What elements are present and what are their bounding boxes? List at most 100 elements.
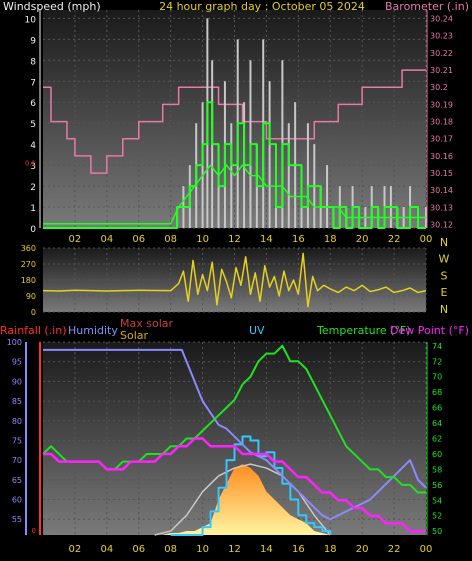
wind-tick-label: 10 bbox=[25, 15, 37, 25]
baro-tick-label: 30.15 bbox=[430, 169, 453, 178]
rain-axis: 0.10 bbox=[25, 159, 41, 535]
humidity-tick-label: 85 bbox=[12, 397, 22, 406]
temp-tick-label: 64 bbox=[432, 419, 442, 428]
temp-tick-label: 70 bbox=[432, 373, 442, 382]
legend-humidity: Humidity bbox=[68, 324, 118, 337]
legend-rainfall: Rainfall (.in) bbox=[0, 324, 67, 337]
compass-label: N bbox=[440, 236, 448, 249]
rain-tick-label: 0 bbox=[32, 527, 36, 535]
wind-direction-chart: 360 270 180 90 0 NWSEN bbox=[21, 236, 450, 317]
wind-tick-label: 0 bbox=[30, 225, 36, 235]
wind-x-tick-label: 16 bbox=[292, 234, 305, 245]
wind-x-tick-label: 02 bbox=[69, 234, 82, 245]
temp-x-tick-label: 18 bbox=[324, 544, 337, 555]
wind-x-tick-label: 18 bbox=[324, 234, 337, 245]
wind-x-tick-label: 14 bbox=[260, 234, 273, 245]
baro-tick-label: 30.22 bbox=[430, 49, 453, 58]
wind-barometer-chart: 012345678910 30.1230.1330.1430.1530.1630… bbox=[3, 0, 469, 245]
weather-graphs: 012345678910 30.1230.1330.1430.1530.1630… bbox=[0, 0, 469, 555]
baro-tick-label: 30.21 bbox=[430, 66, 453, 75]
humidity-y-ticks: 55 60 65 70 75 80 85 90 95 100 bbox=[7, 338, 27, 535]
temp-tick-label: 72 bbox=[432, 357, 442, 366]
baro-tick-label: 30.2 bbox=[430, 83, 448, 92]
baro-tick-label: 30.23 bbox=[430, 32, 453, 41]
compass-label: S bbox=[441, 269, 448, 282]
wind-x-tick-label: 20 bbox=[356, 234, 369, 245]
legend-uv: UV bbox=[249, 324, 265, 337]
humidity-tick-label: 60 bbox=[12, 496, 22, 505]
dir-tick-label: 360 bbox=[21, 244, 36, 253]
temp-tick-label: 52 bbox=[432, 512, 442, 521]
dir-tick-label: 90 bbox=[26, 292, 36, 301]
legend-solar: Solar bbox=[120, 329, 149, 342]
wind-x-tick-label: 08 bbox=[164, 234, 177, 245]
temp-tick-label: 62 bbox=[432, 435, 442, 444]
temp-tick-label: 50 bbox=[432, 527, 442, 536]
chart-title: 24 hour graph day : October 05 2024 bbox=[159, 0, 365, 13]
temp-x-ticks: 02 04 06 08 10 12 14 16 18 20 22 00 bbox=[69, 544, 433, 555]
dir-tick-label: 0 bbox=[31, 308, 36, 317]
wind-tick-label: 1 bbox=[30, 204, 36, 214]
wind-x-tick-label: 12 bbox=[228, 234, 241, 245]
wind-tick-label: 9 bbox=[30, 36, 36, 46]
compass-labels: NWSEN bbox=[439, 236, 450, 316]
temp-x-tick-label: 12 bbox=[228, 544, 241, 555]
temp-tick-label: 68 bbox=[432, 388, 442, 397]
wind-x-tick-label: 00 bbox=[420, 234, 433, 245]
dir-y-ticks: 360 270 180 90 0 bbox=[21, 244, 36, 317]
baro-tick-label: 30.13 bbox=[430, 203, 453, 212]
temp-y-ticks: 50 52 54 56 58 60 62 64 66 68 70 72 74 bbox=[426, 342, 442, 536]
dir-tick-label: 180 bbox=[21, 276, 36, 285]
temp-x-tick-label: 10 bbox=[196, 544, 209, 555]
humidity-tick-label: 70 bbox=[12, 456, 22, 465]
wind-tick-label: 6 bbox=[30, 99, 36, 109]
baro-tick-label: 30.12 bbox=[430, 221, 453, 230]
wind-tick-label: 2 bbox=[30, 183, 36, 193]
temp-x-tick-label: 04 bbox=[100, 544, 113, 555]
humidity-tick-label: 100 bbox=[7, 338, 22, 347]
wind-axis-label: Windspeed (mph) bbox=[3, 0, 101, 13]
temp-tick-label: 66 bbox=[432, 404, 442, 413]
humidity-tick-label: 75 bbox=[12, 436, 22, 445]
wind-y-ticks: 012345678910 bbox=[25, 10, 41, 235]
temp-x-tick-label: 22 bbox=[388, 544, 401, 555]
temp-tick-label: 54 bbox=[432, 496, 442, 505]
wind-tick-label: 5 bbox=[30, 120, 36, 130]
wind-tick-label: 4 bbox=[30, 141, 36, 151]
rain-tick-label: 0.1 bbox=[25, 159, 36, 167]
baro-axis-label: Barometer (.in) bbox=[385, 0, 469, 13]
wind-x-ticks: 02 04 06 08 10 12 14 16 18 20 22 00 bbox=[69, 234, 433, 245]
wind-tick-label: 7 bbox=[30, 78, 36, 88]
baro-tick-label: 30.17 bbox=[430, 135, 453, 144]
temp-tick-label: 56 bbox=[432, 481, 442, 490]
humidity-tick-label: 80 bbox=[12, 417, 22, 426]
temp-x-tick-label: 20 bbox=[356, 544, 369, 555]
humidity-tick-label: 95 bbox=[12, 358, 22, 367]
dir-tick-label: 270 bbox=[21, 260, 36, 269]
wind-x-tick-label: 06 bbox=[132, 234, 145, 245]
wind-x-tick-label: 22 bbox=[388, 234, 401, 245]
baro-tick-label: 30.24 bbox=[430, 15, 453, 24]
compass-label: N bbox=[440, 303, 448, 316]
temp-x-tick-label: 08 bbox=[164, 544, 177, 555]
compass-label: W bbox=[439, 253, 450, 266]
wind-x-tick-label: 04 bbox=[100, 234, 113, 245]
humidity-tick-label: 90 bbox=[12, 377, 22, 386]
temp-tick-label: 58 bbox=[432, 465, 442, 474]
temp-tick-label: 74 bbox=[432, 342, 442, 351]
temp-x-tick-label: 14 bbox=[260, 544, 273, 555]
temp-x-tick-label: 00 bbox=[420, 544, 433, 555]
wind-x-tick-label: 10 bbox=[196, 234, 209, 245]
legend-dewpoint: Dew Point (°F) bbox=[390, 324, 469, 337]
baro-tick-label: 30.16 bbox=[430, 152, 453, 161]
humidity-tick-label: 55 bbox=[12, 515, 22, 524]
temp-x-tick-label: 06 bbox=[132, 544, 145, 555]
temp-x-tick-label: 02 bbox=[69, 544, 82, 555]
baro-y-ticks: 30.12 30.13 30.14 30.15 30.16 30.17 30.18 30.19… bbox=[426, 10, 453, 230]
baro-tick-label: 30.14 bbox=[430, 186, 453, 195]
baro-tick-label: 30.19 bbox=[430, 100, 453, 109]
temp-x-tick-label: 16 bbox=[292, 544, 305, 555]
wind-tick-label: 8 bbox=[30, 57, 36, 67]
humidity-tick-label: 65 bbox=[12, 476, 22, 485]
temp-tick-label: 60 bbox=[432, 450, 442, 459]
